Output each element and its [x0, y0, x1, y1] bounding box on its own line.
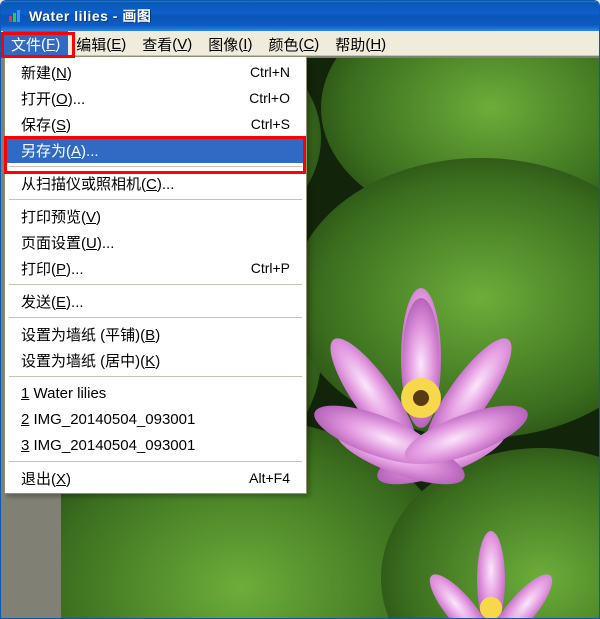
titlebar: Water lilies - 画图: [1, 1, 599, 31]
menu-item-recent-2[interactable]: 2 IMG_20140504_093001: [7, 406, 304, 432]
menu-item-exit[interactable]: 退出(X) Alt+F4: [7, 465, 304, 491]
menu-help[interactable]: 帮助(H): [327, 31, 394, 55]
menu-image[interactable]: 图像(I): [200, 31, 260, 55]
menu-item-save-as[interactable]: 另存为(A)...: [7, 137, 304, 163]
menubar: 文件(F) 编辑(E) 查看(V) 图像(I) 颜色(C) 帮助(H): [1, 31, 599, 56]
menu-item-open[interactable]: 打开(O)... Ctrl+O: [7, 85, 304, 111]
menu-view-label: 查看: [142, 34, 172, 55]
menu-file-label: 文件: [11, 34, 41, 55]
menu-item-page-setup[interactable]: 页面设置(U)...: [7, 229, 304, 255]
menu-separator: [9, 376, 302, 377]
file-menu-dropdown: 新建(N) Ctrl+N 打开(O)... Ctrl+O 保存(S) Ctrl+…: [4, 56, 307, 494]
menu-view[interactable]: 查看(V): [134, 31, 200, 55]
paint-window: Water lilies - 画图 文件(F) 编辑(E) 查看(V) 图像(I…: [0, 0, 600, 619]
menu-edit-label: 编辑: [76, 34, 106, 55]
menu-item-save[interactable]: 保存(S) Ctrl+S: [7, 111, 304, 137]
window-title: Water lilies - 画图: [29, 6, 151, 26]
menu-item-recent-3[interactable]: 3 IMG_20140504_093001: [7, 432, 304, 458]
menu-item-print[interactable]: 打印(P)... Ctrl+P: [7, 255, 304, 281]
menu-colors-label: 颜色: [268, 34, 298, 55]
menu-separator: [9, 166, 302, 167]
menu-item-scanner[interactable]: 从扫描仪或照相机(C)...: [7, 170, 304, 196]
menu-item-wallpaper-center[interactable]: 设置为墙纸 (居中)(K): [7, 347, 304, 373]
menu-item-send[interactable]: 发送(E)...: [7, 288, 304, 314]
menu-separator: [9, 317, 302, 318]
menu-separator: [9, 461, 302, 462]
menu-item-new[interactable]: 新建(N) Ctrl+N: [7, 59, 304, 85]
app-icon: [7, 8, 23, 24]
menu-colors[interactable]: 颜色(C): [260, 31, 327, 55]
menu-item-wallpaper-tile[interactable]: 设置为墙纸 (平铺)(B): [7, 321, 304, 347]
menu-edit[interactable]: 编辑(E): [68, 31, 134, 55]
menu-item-print-preview[interactable]: 打印预览(V): [7, 203, 304, 229]
menu-file[interactable]: 文件(F): [3, 31, 68, 55]
menu-item-recent-1[interactable]: 1 Water lilies: [7, 380, 304, 406]
menu-separator: [9, 284, 302, 285]
menu-help-label: 帮助: [335, 34, 365, 55]
menu-separator: [9, 199, 302, 200]
menu-image-label: 图像: [208, 34, 238, 55]
